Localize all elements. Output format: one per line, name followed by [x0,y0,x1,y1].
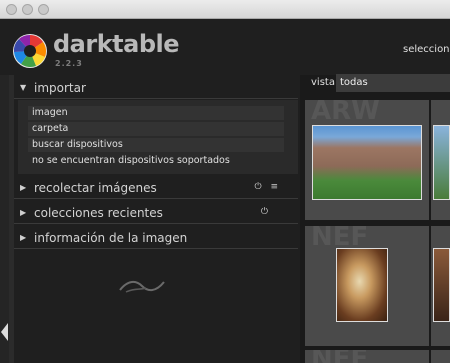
import-folder-button[interactable]: carpeta [28,122,284,136]
file-extension-label: ARW [311,100,380,126]
reset-icon[interactable]: ⏻ [254,182,261,192]
collapse-left-panel-icon[interactable] [1,323,8,341]
left-panel-edge [0,75,9,363]
module-import-header[interactable]: ▼ importar [14,77,298,99]
module-collect-title: recolectar imágenes [34,181,157,195]
thumbnail-cell[interactable] [431,350,450,363]
file-extension-label: NEF [311,350,368,363]
expand-down-icon: ▼ [20,83,27,92]
reset-icon[interactable]: ⏻ [261,207,268,217]
app-header: darktable 2.2.3 seleccionar [0,19,450,75]
thumbnail-image[interactable] [336,248,388,322]
app-version: 2.2.3 [55,59,83,68]
module-recent-header[interactable]: ▶ colecciones recientes ⏻ [14,202,298,224]
window-titlebar [0,0,450,19]
thumbnail-image[interactable] [312,125,422,200]
module-info-title: información de la imagen [34,231,188,245]
vista-label: vista [311,77,335,88]
minimize-window-button[interactable] [22,4,33,15]
app-name: darktable [53,30,180,58]
thumbnail-image[interactable] [433,125,450,200]
no-devices-label: no se encuentran dispositivos soportados [32,155,230,166]
module-import-body: imagen carpeta buscar dispositivos no se… [18,100,298,174]
decorative-swirl-icon [119,280,165,293]
expand-right-icon: ▶ [20,208,27,217]
view-selector[interactable]: seleccionar [403,44,450,55]
maximize-window-button[interactable] [38,4,49,15]
thumbnail-cell[interactable]: NEF [305,350,429,363]
thumbnail-image[interactable] [433,248,450,322]
vista-filter-select[interactable]: todas [336,74,450,92]
module-collect-header[interactable]: ▶ recolectar imágenes ⏻ ≡ [14,177,298,199]
module-import-title: importar [34,81,86,95]
scan-devices-button[interactable]: buscar dispositivos [28,138,284,152]
expand-right-icon: ▶ [20,233,27,242]
presets-icon[interactable]: ≡ [270,182,278,192]
module-info-header[interactable]: ▶ información de la imagen [14,227,298,249]
module-recent-title: colecciones recientes [34,206,163,220]
darktable-logo-icon [13,34,47,68]
import-image-button[interactable]: imagen [28,106,284,120]
close-window-button[interactable] [6,4,17,15]
expand-right-icon: ▶ [20,183,27,192]
